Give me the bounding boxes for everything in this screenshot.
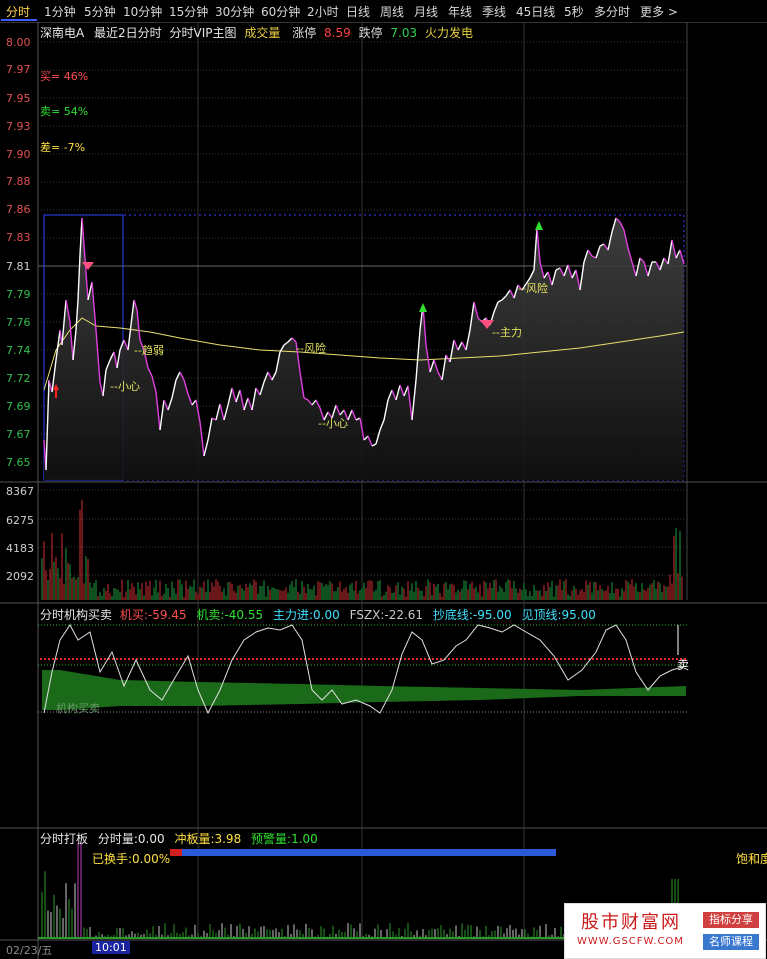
stock-name[interactable]: 深南电A: [40, 26, 84, 40]
board-amount-label: 冲板量:: [174, 832, 215, 846]
period-label: 最近2日分时: [94, 26, 162, 40]
site-watermark: 股市财富网 WWW.GSCFW.COM 指标分享 名师课程: [564, 903, 766, 959]
annotation-risk-2: --风险: [518, 282, 548, 295]
price-tick: 8.00: [6, 36, 31, 49]
price-tick: 7.95: [6, 92, 31, 105]
inst-sell-value: -40.55: [224, 608, 264, 622]
volume-tick: 4183: [6, 542, 34, 555]
star-signal-icon: [419, 303, 427, 312]
main-chart-header: 深南电A 最近2日分时 分时VIP主图 成交量 涨停 8.59 跌停 7.03 …: [40, 24, 473, 41]
price-tick: 7.69: [6, 400, 31, 413]
price-tick: 7.72: [6, 372, 31, 385]
watermark-site-name: 股市财富网: [581, 912, 681, 933]
institution-green-band: [42, 670, 686, 710]
diff-percentage: 差= -7%: [40, 141, 86, 154]
fszx-label: FSZX:: [349, 608, 385, 622]
price-tick: 7.93: [6, 120, 31, 133]
bottom-line-label: 抄底线:: [432, 608, 473, 622]
price-tick: 7.88: [6, 175, 31, 188]
limit-up-label: 涨停: [292, 26, 317, 40]
main-in-label: 主力进:: [272, 608, 314, 622]
price-tick: 7.65: [6, 456, 31, 469]
turnover-label: 已换手:0.00%: [92, 852, 171, 866]
progress-bar-blue: [170, 849, 556, 856]
price-tick: 7.67: [6, 428, 31, 441]
annotation-careful: --小心: [110, 380, 140, 393]
up-arrow-stem: [55, 390, 57, 398]
board-amount-value: 3.98: [214, 832, 242, 846]
institution-panel-name[interactable]: 分时机构买卖: [40, 608, 112, 622]
saturation-label: 饱和度: [736, 852, 767, 866]
annotation-main-force: --主力: [492, 326, 522, 339]
intraday-chart-canvas[interactable]: [0, 0, 767, 959]
progress-bar-red: [170, 849, 182, 856]
annotation-risk: --风险: [296, 342, 326, 355]
price-tick: 7.74: [6, 344, 31, 357]
price-tick: 7.90: [6, 148, 31, 161]
watermark-tag-share: 指标分享: [703, 912, 759, 928]
bottom-line-value: -95.00: [472, 608, 512, 622]
price-tick: 7.83: [6, 231, 31, 244]
inst-sell-label: 机卖:: [196, 608, 225, 622]
limit-down-value: 7.03: [390, 26, 418, 40]
cursor-time: 10:01: [92, 941, 130, 954]
watermark-url: WWW.GSCFW.COM: [577, 936, 684, 947]
volume-tick: 6275: [6, 514, 34, 527]
price-tick: 7.81: [6, 260, 31, 273]
annotation-careful-2: --小心: [318, 417, 348, 430]
main-in-value: 0.00: [313, 608, 340, 622]
inst-buy-tag: 机构买卖: [56, 702, 100, 715]
price-tick: 7.86: [6, 203, 31, 216]
price-tick: 7.76: [6, 316, 31, 329]
warn-amount-label: 预警量:: [251, 832, 292, 846]
top-line-label: 见顶线:: [521, 608, 562, 622]
volume-label: 成交量: [244, 26, 281, 40]
volume-tick: 2092: [6, 570, 34, 583]
star-signal-icon: [535, 221, 543, 230]
inst-buy-label: 机买:: [119, 608, 148, 622]
inst-buy-value: -59.45: [147, 608, 187, 622]
board-vol-value: 0.00: [137, 832, 165, 846]
concept-label: 火力发电: [424, 26, 473, 40]
footer-date: 02/23/五: [6, 944, 53, 957]
top-line-value: 95.00: [561, 608, 596, 622]
institution-panel-header: 分时机构买卖 机买:-59.45 机卖:-40.55 主力进:0.00 FSZX…: [40, 606, 596, 623]
board-panel-name[interactable]: 分时打板: [40, 832, 88, 846]
indicator-name[interactable]: 分时VIP主图: [170, 26, 237, 40]
price-tick: 7.79: [6, 288, 31, 301]
fszx-value: -22.61: [384, 608, 424, 622]
price-tick: 7.97: [6, 63, 31, 76]
limit-up-value: 8.59: [324, 26, 351, 40]
board-vol-label: 分时量:: [97, 832, 138, 846]
sell-signal-tag: 卖: [677, 658, 690, 672]
sell-percentage: 卖= 54%: [40, 105, 89, 118]
watermark-tag-course: 名师课程: [703, 934, 759, 950]
volume-tick: 8367: [6, 485, 34, 498]
board-panel-header: 分时打板 分时量:0.00 冲板量:3.98 预警量:1.00: [40, 830, 318, 847]
limit-down-label: 跌停: [358, 26, 383, 40]
buy-percentage: 买= 46%: [40, 70, 89, 83]
warn-amount-value: 1.00: [291, 832, 318, 846]
annotation-weak: --趋弱: [134, 344, 164, 357]
